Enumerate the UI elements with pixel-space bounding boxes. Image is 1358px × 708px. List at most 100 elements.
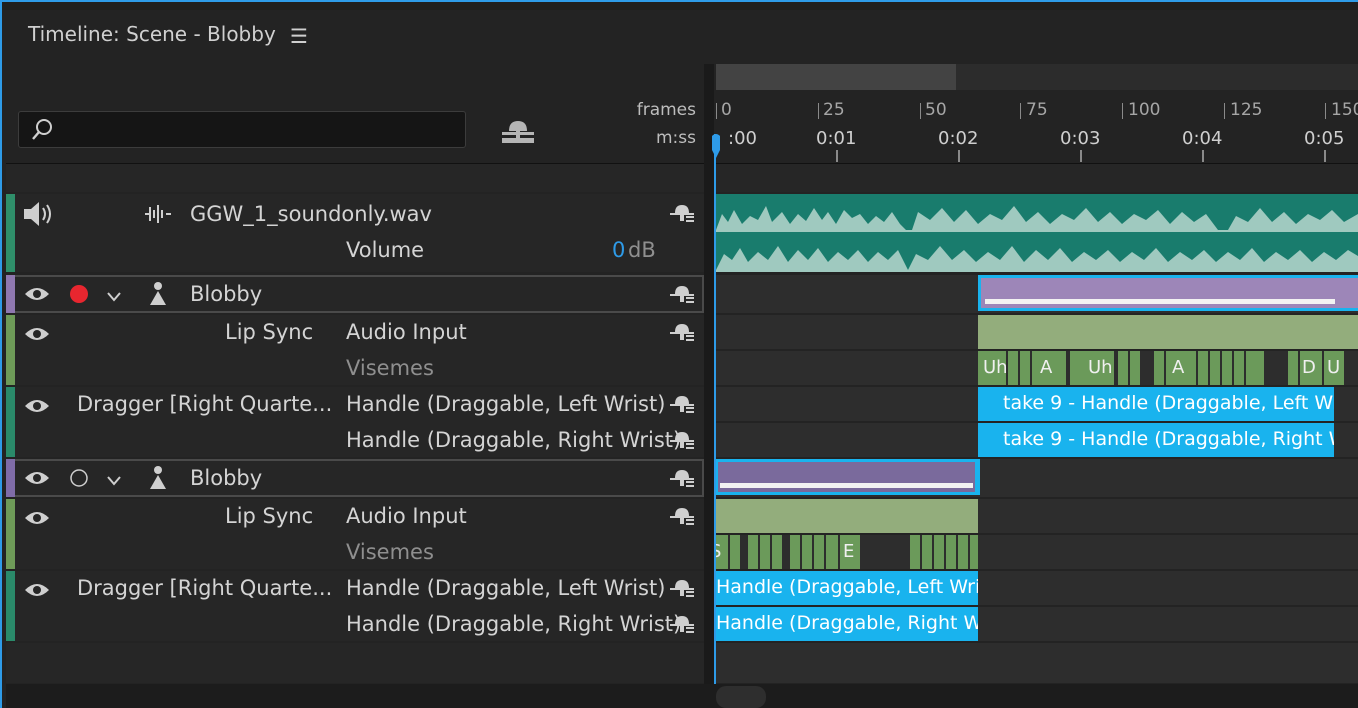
frame-tick-100: 100	[1128, 100, 1161, 120]
audio-input-clip[interactable]	[978, 315, 1358, 349]
eye-icon[interactable]	[24, 509, 50, 531]
visemes-label: Visemes	[346, 356, 434, 380]
dragger-label: Dragger [Right Quarte...	[77, 392, 333, 416]
panel-menu-button[interactable]: ☰	[290, 24, 308, 48]
frame-tick-mark	[818, 103, 819, 119]
frame-tick-150: 150	[1331, 100, 1358, 120]
frame-tick-mark	[1020, 103, 1021, 119]
viseme-label: A	[1040, 357, 1053, 378]
empty-track-area	[6, 643, 704, 683]
search-input[interactable]	[18, 111, 466, 148]
time-tick-1: 0:01	[816, 128, 857, 149]
chevron-down-icon[interactable]	[106, 288, 122, 307]
audio-clip[interactable]	[716, 194, 1358, 272]
eye-icon[interactable]	[24, 581, 50, 603]
pin-icon[interactable]	[502, 117, 536, 149]
pin-icon[interactable]	[670, 467, 696, 493]
handle-right-label: Handle (Draggable, Right Wrist)	[346, 612, 682, 636]
volume-label: Volume	[346, 238, 425, 262]
audio-input-label: Audio Input	[346, 504, 467, 528]
take-clip-right-wrist[interactable]: take 9 - Handle (Draggable, Right W...	[978, 423, 1334, 457]
audio-track-color	[6, 194, 15, 272]
puppet-icon	[148, 281, 168, 311]
pin-icon[interactable]	[670, 429, 696, 455]
volume-value[interactable]: 0	[612, 238, 625, 262]
viseme-label: S	[716, 541, 721, 562]
audio-input-clip[interactable]	[716, 499, 978, 533]
visemes-clip[interactable]: S E	[716, 535, 978, 569]
viseme-label: Uh	[983, 357, 1008, 378]
horizontal-scrollbar[interactable]	[6, 684, 1358, 708]
frame-tick-0: 0	[721, 100, 732, 120]
playhead-line[interactable]	[714, 134, 716, 684]
playhead-handle[interactable]	[710, 132, 722, 164]
lipsync-track-color	[6, 499, 15, 569]
panel-left-border	[0, 0, 2, 708]
record-dot-icon[interactable]	[69, 284, 89, 308]
frame-tick-50: 50	[925, 100, 947, 120]
pin-icon[interactable]	[670, 393, 696, 419]
eye-icon[interactable]	[24, 285, 50, 307]
puppet-clip-selected[interactable]	[978, 275, 1358, 311]
puppet-name: Blobby	[190, 282, 263, 306]
frame-tick-25: 25	[823, 100, 845, 120]
search-icon	[30, 117, 56, 147]
frame-tick-75: 75	[1026, 100, 1048, 120]
time-tick-mark	[1324, 150, 1326, 162]
pin-icon[interactable]	[670, 577, 696, 603]
handle-right-label: Handle (Draggable, Right Wrist)	[346, 428, 682, 452]
time-tick-0: :00	[728, 128, 757, 149]
time-tick-5: 0:05	[1304, 128, 1345, 149]
waveform-icon	[143, 203, 173, 229]
record-circle-icon[interactable]	[69, 468, 89, 492]
ruler-gap-strip	[6, 164, 1358, 192]
take-clip-left-wrist[interactable]: Handle (Draggable, Left Wri...	[716, 571, 978, 605]
viseme-label: A	[1172, 357, 1185, 378]
pin-icon[interactable]	[670, 202, 696, 228]
panel-title: Timeline: Scene - Blobby	[28, 22, 276, 46]
panel-top-border	[0, 0, 1358, 10]
puppet-clip-selected[interactable]	[716, 459, 980, 495]
volume-unit: dB	[628, 238, 656, 262]
lipsync-label: Lip Sync	[225, 320, 314, 344]
frame-tick-mark	[1224, 103, 1225, 119]
chevron-down-icon[interactable]	[106, 472, 122, 491]
empty-lane-area	[716, 643, 1358, 683]
scrollbar-thumb[interactable]	[716, 686, 766, 708]
eye-icon[interactable]	[24, 469, 50, 491]
frame-tick-mark	[1325, 103, 1326, 119]
time-tick-mark	[1080, 150, 1082, 162]
visemes-clip[interactable]: Uh A Uh A D U	[978, 351, 1358, 385]
time-label: m:ss	[655, 128, 696, 148]
time-tick-mark	[836, 150, 838, 162]
pin-icon[interactable]	[670, 613, 696, 639]
handle-left-label: Handle (Draggable, Left Wrist)	[346, 576, 666, 600]
eye-icon[interactable]	[24, 397, 50, 419]
take-clip-right-wrist[interactable]: Handle (Draggable, Right W...	[716, 607, 978, 641]
puppet-track-color	[6, 275, 15, 313]
dragger-track-color	[6, 387, 15, 457]
dragger-track-color	[6, 571, 15, 641]
dragger-label: Dragger [Right Quarte...	[77, 576, 333, 600]
visemes-label: Visemes	[346, 540, 434, 564]
pin-icon[interactable]	[670, 505, 696, 531]
pin-icon[interactable]	[670, 283, 696, 309]
pin-icon[interactable]	[670, 321, 696, 347]
puppet-icon	[148, 465, 168, 495]
frame-tick-mark	[920, 103, 921, 119]
time-tick-2: 0:02	[938, 128, 979, 149]
viseme-label: D	[1302, 357, 1316, 378]
lipsync-track-color	[6, 315, 15, 385]
frame-tick-125: 125	[1230, 100, 1263, 120]
audio-track-name: GGW_1_soundonly.wav	[190, 202, 432, 226]
viseme-label: U	[1327, 357, 1341, 378]
time-tick-4: 0:04	[1182, 128, 1223, 149]
timeline-panel: Timeline: Scene - Blobby ☰ frames m:ss 0…	[0, 0, 1358, 708]
eye-icon[interactable]	[24, 325, 50, 347]
time-tick-mark	[1202, 150, 1204, 162]
timeline-zoom-thumb[interactable]	[716, 64, 956, 90]
frames-label: frames	[636, 100, 696, 120]
time-tick-mark	[958, 150, 960, 162]
take-clip-left-wrist[interactable]: take 9 - Handle (Draggable, Left Wri...	[978, 387, 1334, 421]
speaker-icon[interactable]	[22, 200, 56, 232]
